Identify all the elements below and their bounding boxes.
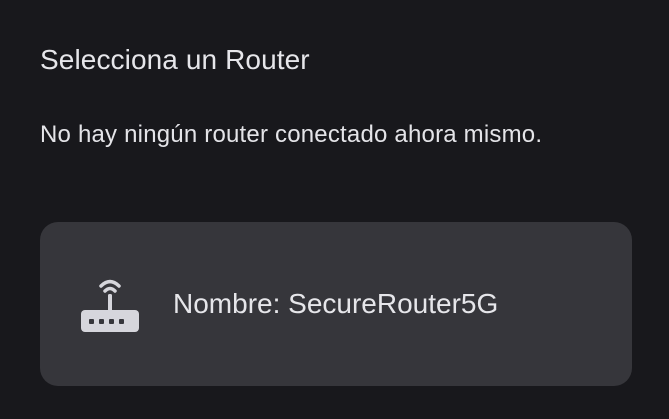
router-selection-sheet: Selecciona un Router No hay ningún route… [0,0,669,419]
router-name-label: Nombre: SecureRouter5G [173,288,499,319]
router-icon [79,272,141,334]
router-list-item[interactable]: Nombre: SecureRouter5G [40,222,632,386]
dialog-title: Selecciona un Router [40,44,310,75]
no-router-message: No hay ningún router conectado ahora mis… [40,121,543,148]
